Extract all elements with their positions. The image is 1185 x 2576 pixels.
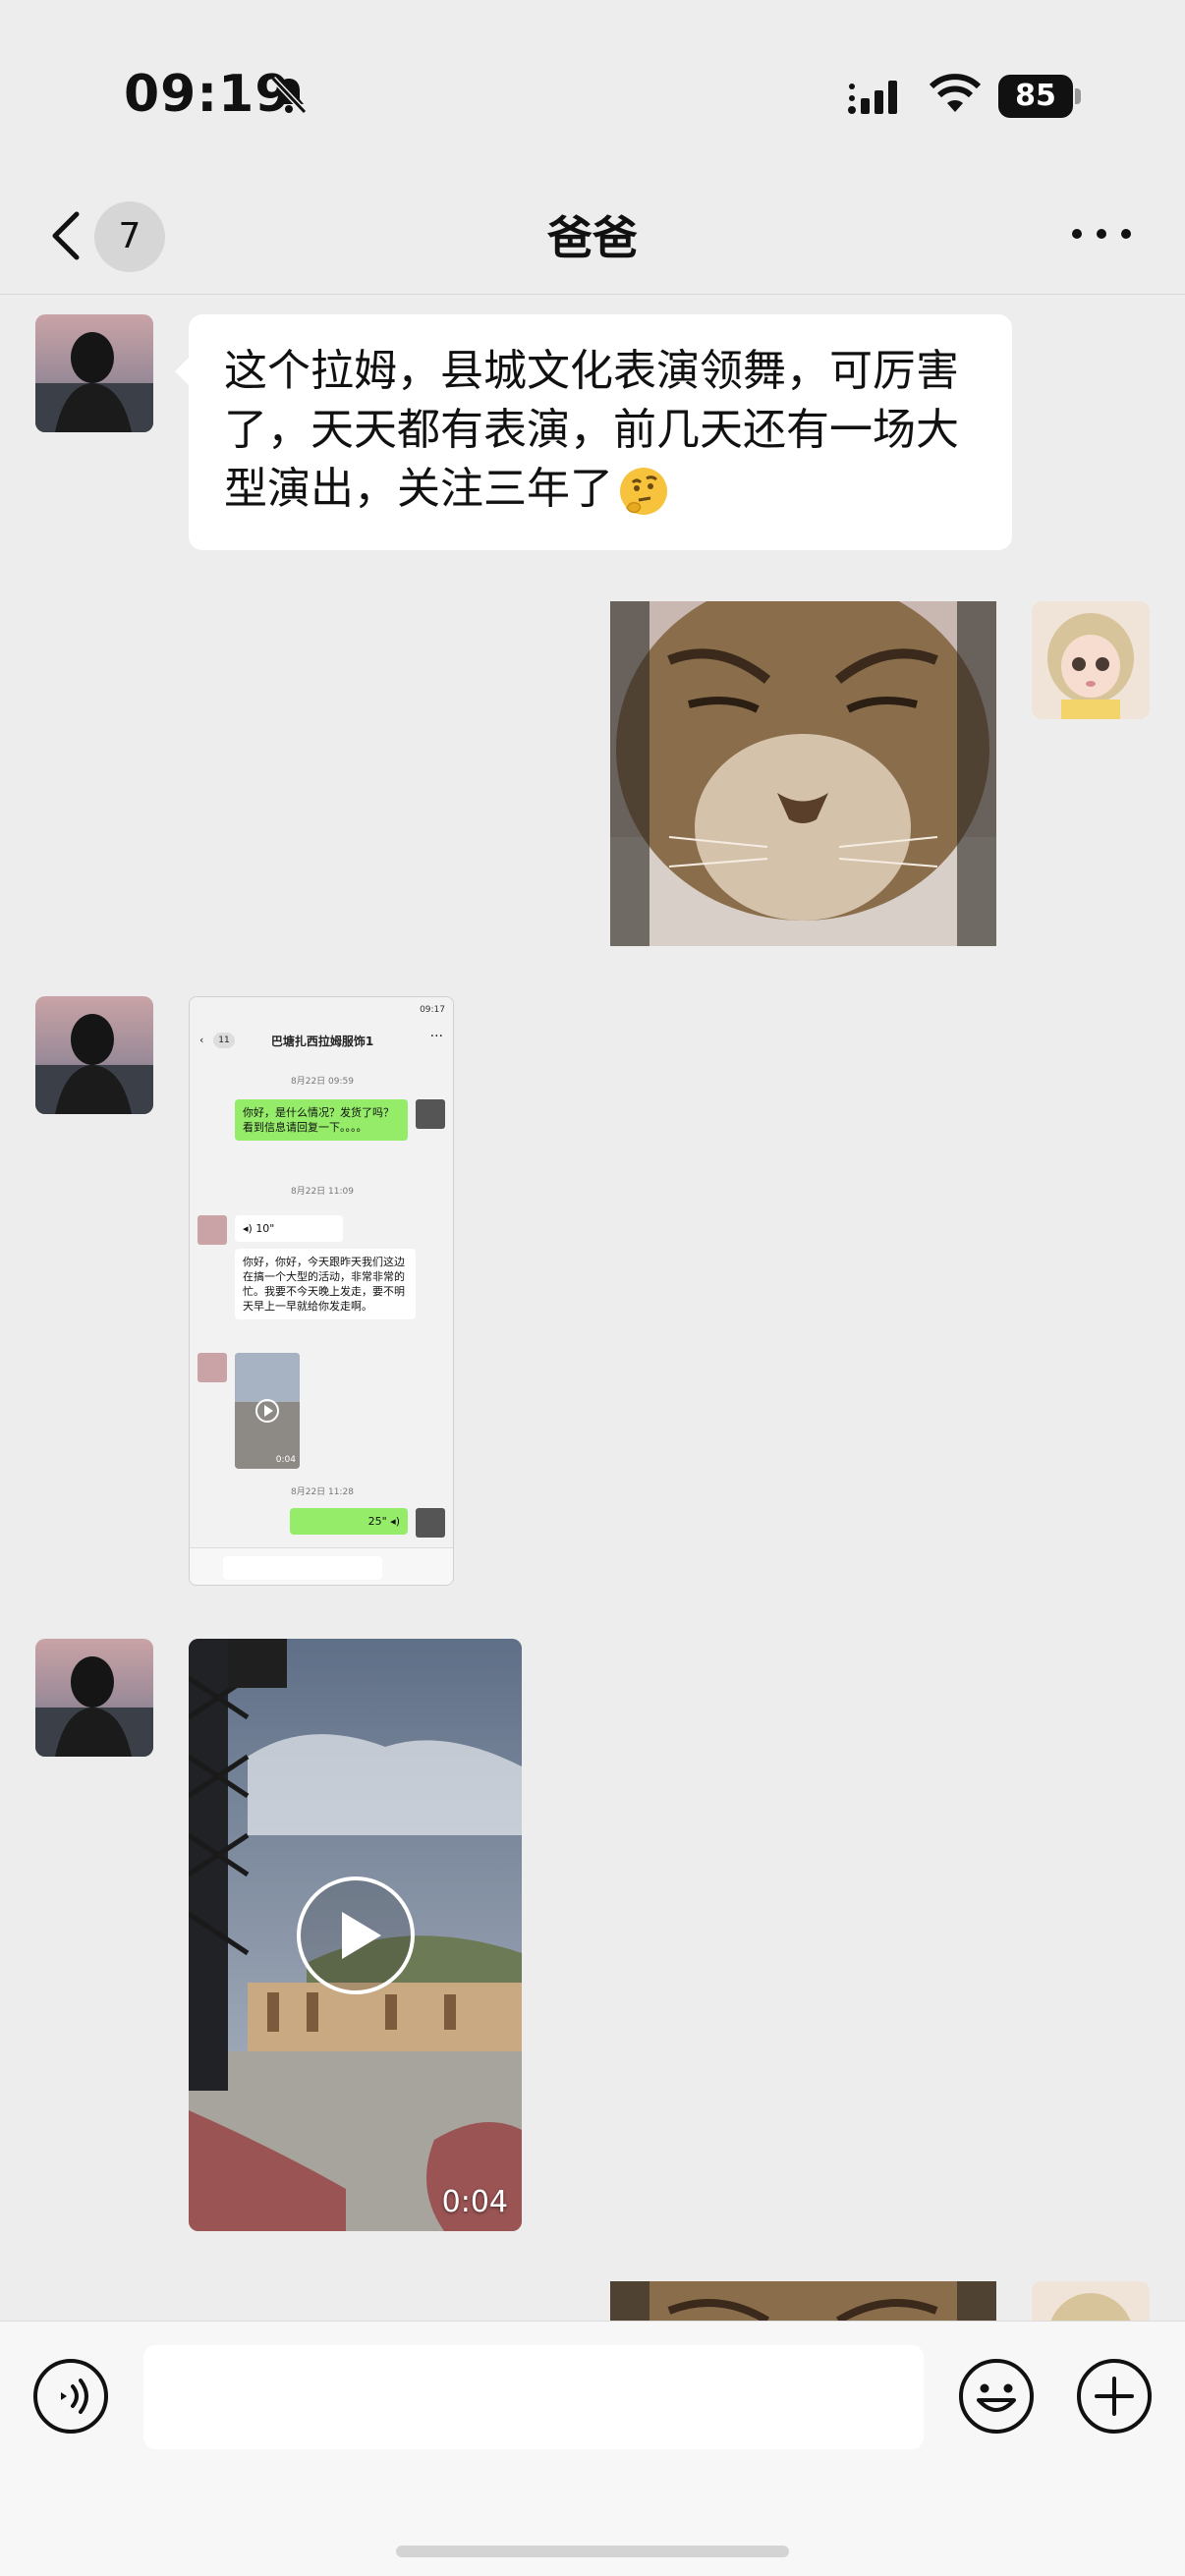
cellular-signal-icon bbox=[848, 81, 897, 114]
thinking-face-icon bbox=[620, 468, 667, 515]
avatar-dad-image bbox=[35, 314, 153, 432]
screenshot-voice-duration: 25" bbox=[367, 1515, 387, 1528]
screenshot-play-icon bbox=[235, 1353, 300, 1469]
avatar-self[interactable] bbox=[1032, 2281, 1150, 2324]
message-bubble-text[interactable]: 这个拉姆，县城文化表演领舞，可厉害了，天天都有表演，前几天还有一场大型演出，关注… bbox=[175, 314, 1012, 550]
screenshot-avatar-self bbox=[416, 1099, 445, 1129]
screenshot-avatar-self bbox=[416, 1508, 445, 1538]
more-options-icon[interactable] bbox=[1067, 214, 1136, 253]
status-time: 09:19 bbox=[124, 65, 292, 124]
cat-sticker-image bbox=[610, 601, 996, 946]
screenshot-message-sent: 你好，是什么情况？发货了吗？看到信息请回复一下。。。。 bbox=[235, 1099, 408, 1141]
message-input-bar bbox=[0, 2321, 1185, 2576]
avatar-self-image bbox=[1032, 2281, 1150, 2324]
plus-icon[interactable] bbox=[1075, 2357, 1154, 2436]
image-message-screenshot[interactable]: 09:17 ‹ 11 巴塘扎西拉姆服饰1 ··· 8月22日 09:59 你好，… bbox=[189, 996, 454, 1586]
avatar-dad[interactable] bbox=[35, 996, 153, 1114]
play-icon[interactable] bbox=[295, 1875, 417, 1996]
screenshot-video-thumbnail: 0:04 bbox=[235, 1353, 300, 1469]
screenshot-title: 巴塘扎西拉姆服饰1 bbox=[270, 1035, 374, 1048]
screenshot-timestamp: 8月22日 11:09 bbox=[291, 1187, 354, 1197]
avatar-dad-image bbox=[35, 996, 153, 1114]
sticker-image-cat-partial[interactable] bbox=[610, 2281, 996, 2324]
battery-icon: 85 bbox=[998, 75, 1081, 118]
battery-tip bbox=[1075, 88, 1081, 104]
screenshot-more-icon: ··· bbox=[429, 1029, 443, 1044]
avatar-dad[interactable] bbox=[35, 314, 153, 432]
avatar-self-image bbox=[1032, 601, 1150, 719]
avatar-dad-image bbox=[35, 1639, 153, 1757]
screenshot-header: ‹ 11 巴塘扎西拉姆服饰1 ··· bbox=[190, 1027, 453, 1056]
home-indicator[interactable] bbox=[396, 2546, 789, 2557]
cat-sticker-image bbox=[610, 2281, 996, 2324]
video-message[interactable]: 0:04 bbox=[189, 1639, 522, 2231]
sticker-image-cat[interactable] bbox=[610, 601, 996, 946]
video-duration: 0:04 bbox=[441, 2185, 508, 2219]
screenshot-timestamp: 8月22日 09:59 bbox=[291, 1077, 354, 1087]
screenshot-voice-message-sent: 25" ◂) bbox=[290, 1508, 408, 1535]
screenshot-message-received: 你好，你好，今天跟昨天我们这边在搞一个大型的活动，非常非常的忙。我要不今天晚上发… bbox=[235, 1249, 416, 1319]
avatar-dad[interactable] bbox=[35, 1639, 153, 1757]
screenshot-video-duration: 0:04 bbox=[275, 1455, 296, 1465]
screenshot-timestamp: 8月22日 11:28 bbox=[291, 1487, 354, 1497]
screenshot-voice-message: ◂) 10" bbox=[235, 1215, 343, 1242]
screenshot-voice-duration: 10" bbox=[255, 1222, 275, 1235]
message-input[interactable] bbox=[143, 2345, 924, 2449]
message-text: 这个拉姆，县城文化表演领舞，可厉害了，天天都有表演，前几天还有一场大型演出，关注… bbox=[224, 346, 959, 514]
screenshot-status-time: 09:17 bbox=[420, 1005, 445, 1015]
chat-header: 7 爸爸 bbox=[0, 177, 1185, 295]
status-bar: 09:19 85 bbox=[0, 0, 1185, 177]
bell-muted-icon bbox=[270, 76, 308, 115]
screenshot-input-field bbox=[223, 1556, 382, 1580]
screenshot-avatar-shop bbox=[198, 1353, 227, 1382]
emoji-icon[interactable] bbox=[957, 2357, 1036, 2436]
screenshot-avatar-shop bbox=[198, 1215, 227, 1245]
screenshot-status-bar: 09:17 bbox=[199, 1005, 445, 1021]
bubble-tail bbox=[175, 358, 189, 385]
avatar-self[interactable] bbox=[1032, 601, 1150, 719]
voice-input-icon[interactable] bbox=[31, 2357, 110, 2436]
wifi-icon bbox=[929, 74, 982, 112]
screenshot-input-bar bbox=[190, 1547, 453, 1585]
chat-title: 爸爸 bbox=[547, 211, 638, 264]
battery-level: 85 bbox=[998, 75, 1073, 118]
